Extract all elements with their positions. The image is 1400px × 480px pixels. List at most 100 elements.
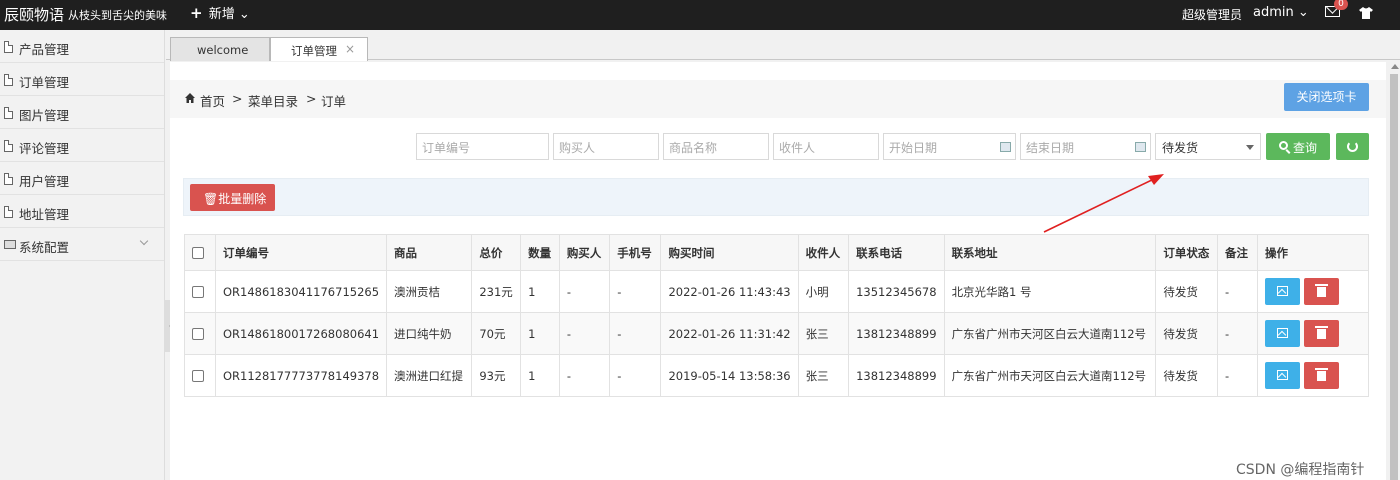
close-tabs-button[interactable]: 关闭选项卡 [1284,83,1369,111]
cell-qty: 1 [520,270,560,313]
image-icon [1277,370,1288,380]
order-status-value: 待发货 [1162,141,1199,155]
cell-total: 93元 [471,354,522,397]
column-header[interactable]: 总价 [471,234,522,271]
cell-status: 待发货 [1155,312,1219,355]
calendar-icon[interactable] [1135,142,1146,152]
document-icon [4,140,13,152]
delete-button[interactable] [1304,320,1339,347]
user-menu[interactable]: admin ⌄ [1253,5,1309,20]
sidebar-item-users[interactable]: 用户管理 [0,162,164,195]
column-header[interactable]: 联系电话 [848,234,945,271]
column-header[interactable]: 购买人 [558,234,611,271]
cell-address: 广东省广州市天河区白云大道南112号 [943,354,1157,397]
delete-button[interactable] [1304,362,1339,389]
chevron-down-icon [139,236,149,246]
trash-icon: 🗑 [203,192,219,206]
start-date-input[interactable]: 开始日期 [883,133,1016,160]
tab-welcome[interactable]: welcome [170,37,270,61]
buyer-input[interactable]: 购买人 [553,133,659,160]
column-header[interactable]: 手机号 [609,234,662,271]
view-image-button[interactable] [1265,320,1300,347]
sidebar-item-label: 图片管理 [19,108,70,123]
row-select-cell [184,312,216,355]
new-menu-button[interactable]: + 新增 ⌄ [190,3,250,22]
user-role: 超级管理员 [1182,8,1243,22]
cell-order-no: OR1128177773778149378 [214,354,388,397]
query-label: 查询 [1293,141,1318,155]
sidebar-item-comments[interactable]: 评论管理 [0,129,164,162]
query-button[interactable]: 查询 [1266,133,1330,160]
breadcrumb-menu-directory[interactable]: 菜单目录 [248,91,298,110]
top-navbar: 辰颐物语 从枝头到舌尖的美味 + 新增 ⌄ 超级管理员 admin ⌄ 0 [0,0,1400,30]
sidebar-item-images[interactable]: 图片管理 [0,96,164,129]
cell-note: - [1217,270,1258,313]
document-icon [4,41,13,53]
select-all-checkbox[interactable] [192,247,204,259]
cell-buyer: - [558,312,611,355]
table-row: OR1128177773778149378 澳洲进口红提 93元 1 - - 2… [184,354,1369,397]
view-image-button[interactable] [1265,278,1300,305]
scrollbar-thumb[interactable] [1390,74,1398,480]
end-date-input[interactable]: 结束日期 [1020,133,1151,160]
action-bar: 🗑批量删除 [183,178,1369,216]
row-checkbox[interactable] [192,370,204,382]
delete-button[interactable] [1304,278,1339,305]
row-checkbox[interactable] [192,286,204,298]
batch-delete-button[interactable]: 🗑批量删除 [190,184,275,211]
close-icon[interactable]: × [345,42,355,56]
column-header[interactable]: 购买时间 [660,234,799,271]
cell-qty: 1 [520,312,560,355]
sidebar-item-products[interactable]: 产品管理 [0,30,164,63]
refresh-icon [1347,141,1358,152]
document-icon [4,206,13,218]
plus-icon: + [190,4,203,22]
cell-phone: - [609,270,662,313]
sidebar-item-label: 订单管理 [19,75,70,90]
cell-receiver: 小明 [797,270,850,313]
column-header[interactable]: 数量 [520,234,560,271]
breadcrumb-home[interactable]: 首页 [200,91,225,110]
breadcrumb-separator: > [306,91,317,106]
cell-note: - [1217,354,1258,397]
cell-buyer: - [558,354,611,397]
sidebar-item-label: 评论管理 [19,141,70,156]
receiver-input[interactable]: 收件人 [773,133,879,160]
sidebar-item-label: 系统配置 [19,240,70,255]
product-name-input[interactable]: 商品名称 [663,133,769,160]
cell-order-no: OR1486180017268080641 [214,312,388,355]
cell-address: 北京光华路1 号 [943,270,1157,313]
refresh-button[interactable] [1336,133,1369,160]
sidebar-item-orders[interactable]: 订单管理 [0,63,164,96]
view-image-button[interactable] [1265,362,1300,389]
cell-note: - [1217,312,1258,355]
column-header[interactable]: 备注 [1217,234,1258,271]
mail-badge: 0 [1334,0,1348,10]
column-header: 操作 [1257,234,1369,271]
sidebar-item-addresses[interactable]: 地址管理 [0,195,164,228]
column-header[interactable]: 订单编号 [214,234,388,271]
cell-total: 231元 [471,270,522,313]
document-icon [4,74,13,86]
breadcrumb-separator: > [232,91,243,106]
column-header[interactable]: 商品 [386,234,473,271]
calendar-icon[interactable] [1000,142,1011,152]
row-checkbox[interactable] [192,328,204,340]
cell-buyer: - [558,270,611,313]
brand-title[interactable]: 辰颐物语 [4,4,64,25]
sidebar-item-system-config[interactable]: 系统配置 [0,228,164,261]
row-select-cell [184,354,216,397]
cell-product: 澳洲进口红提 [386,354,473,397]
tab-orders[interactable]: 订单管理 × [270,37,368,61]
tab-label: 订单管理 [291,44,337,58]
end-date-placeholder: 结束日期 [1026,141,1075,155]
theme-shirt-icon[interactable] [1359,7,1373,19]
cell-actions [1257,354,1369,397]
sidebar-item-label: 用户管理 [19,174,70,189]
tab-bar: welcome 订单管理 × [166,30,1400,61]
column-header[interactable]: 收件人 [797,234,850,271]
order-number-input[interactable]: 订单编号 [416,133,549,160]
scroll-up-arrow-icon[interactable] [1391,64,1399,69]
trash-icon [1315,368,1328,381]
order-status-select[interactable]: 待发货 [1155,133,1261,160]
